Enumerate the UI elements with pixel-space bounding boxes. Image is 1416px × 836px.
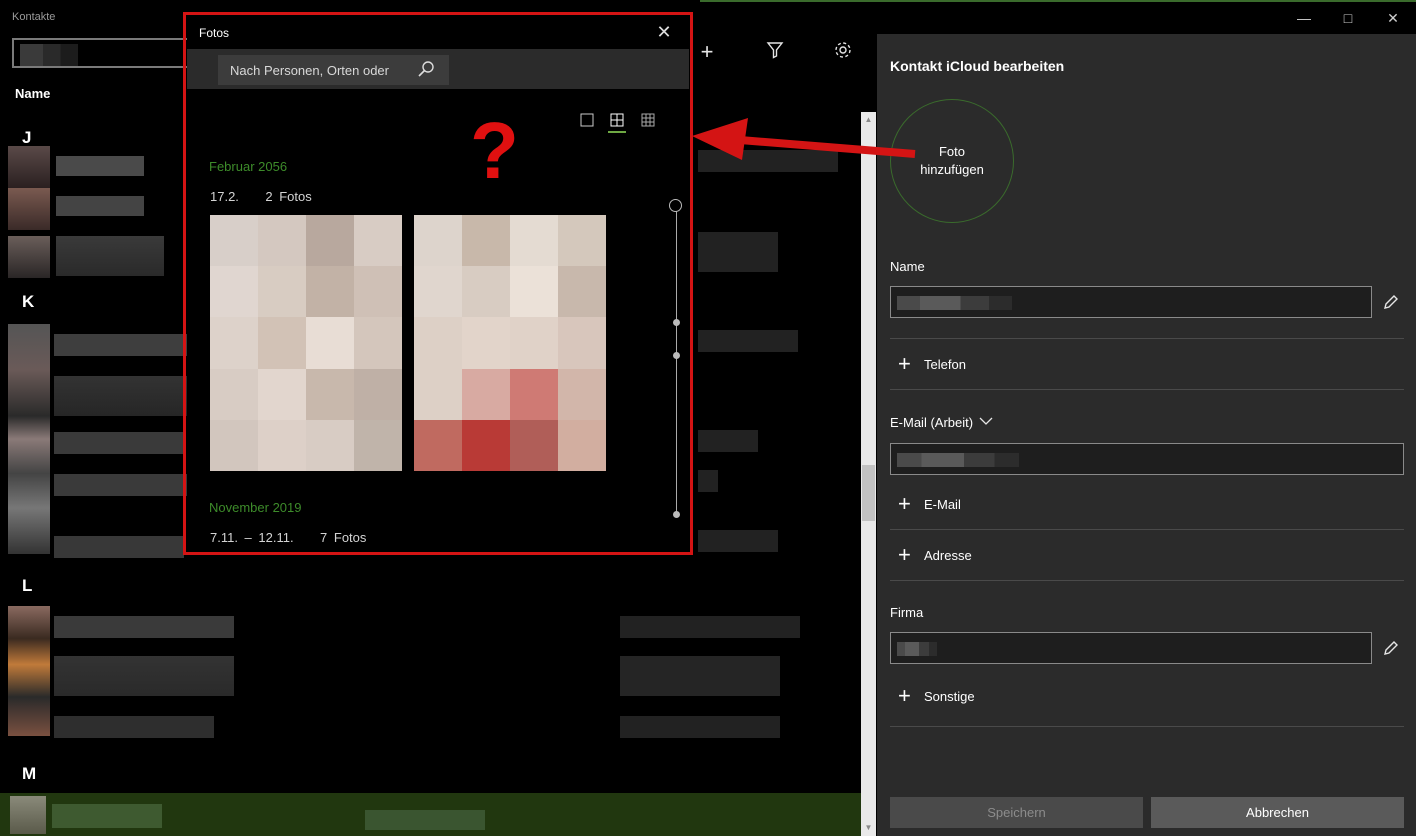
contact-name-blurred[interactable] — [54, 432, 184, 454]
search-text-blurred — [20, 44, 78, 66]
contact-avatars[interactable] — [8, 324, 50, 554]
contact-avatars[interactable] — [8, 606, 50, 736]
email-type-label: E-Mail (Arbeit) — [890, 415, 974, 430]
contact-avatar[interactable] — [8, 146, 50, 188]
email-value-blurred — [897, 453, 1019, 467]
add-address-label: Adresse — [924, 547, 972, 563]
group-letter-l: L — [22, 576, 33, 595]
settings-icon[interactable] — [830, 40, 856, 64]
contact-avatar — [10, 796, 46, 834]
annotation-arrow-icon — [692, 118, 916, 160]
email-type-dropdown[interactable]: E-Mail (Arbeit) — [890, 415, 993, 430]
filter-icon[interactable] — [762, 40, 788, 64]
contact-name-blurred[interactable] — [54, 656, 234, 696]
group-letter-m: M — [22, 764, 37, 783]
contact-name-blurred[interactable] — [56, 156, 144, 176]
maximize-icon[interactable]: □ — [1334, 8, 1362, 28]
scroll-down-icon[interactable]: ▼ — [861, 822, 876, 834]
plus-icon: + — [898, 491, 911, 516]
contact-detail-blurred — [698, 430, 758, 452]
contact-detail-blurred — [698, 530, 778, 552]
company-label: Firma — [890, 605, 924, 620]
app-title: Kontakte — [12, 11, 56, 23]
contact-detail-blurred — [698, 470, 718, 492]
add-phone-label: Telefon — [924, 356, 966, 372]
highlight-frame — [183, 12, 693, 555]
email-field[interactable] — [890, 443, 1404, 475]
add-email-button[interactable]: + E-Mail — [898, 493, 961, 515]
contact-name-blurred[interactable] — [56, 236, 164, 276]
column-header-name: Name — [15, 86, 51, 101]
contact-name-blurred[interactable] — [54, 716, 214, 738]
chevron-down-icon — [979, 416, 993, 429]
contact-name-blurred[interactable] — [54, 474, 204, 496]
contact-avatar[interactable] — [8, 236, 50, 278]
pencil-icon[interactable] — [1381, 292, 1401, 312]
contact-name-blurred — [52, 804, 162, 828]
plus-icon: + — [898, 351, 911, 376]
add-other-button[interactable]: + Sonstige — [898, 685, 975, 707]
divider — [890, 389, 1404, 390]
contact-detail-blurred — [620, 716, 780, 738]
add-photo-label: Foto hinzufügen — [920, 144, 984, 177]
add-other-label: Sonstige — [924, 688, 975, 704]
name-field[interactable] — [890, 286, 1372, 318]
contact-name-blurred[interactable] — [56, 196, 144, 216]
group-letter-k: K — [22, 292, 35, 311]
cancel-button[interactable]: Abbrechen — [1151, 797, 1404, 828]
add-phone-button[interactable]: + Telefon — [898, 353, 966, 375]
minimize-icon[interactable]: — — [1290, 8, 1318, 28]
plus-icon: + — [898, 542, 911, 567]
group-letter-j: J — [22, 128, 32, 147]
add-email-label: E-Mail — [924, 496, 961, 512]
save-button[interactable]: Speichern — [890, 797, 1143, 828]
contact-detail-blurred — [620, 616, 800, 638]
company-value-blurred — [897, 642, 937, 656]
contact-detail-blurred — [620, 656, 780, 696]
divider — [890, 338, 1404, 339]
add-address-button[interactable]: + Adresse — [898, 544, 972, 566]
contact-detail-blurred — [698, 330, 798, 352]
contact-detail-blurred — [698, 232, 778, 272]
title-bar-accent — [700, 0, 1416, 2]
contact-name-blurred[interactable] — [54, 334, 204, 356]
plus-icon: + — [898, 683, 911, 708]
divider — [890, 580, 1404, 581]
pencil-icon[interactable] — [1381, 638, 1401, 658]
name-value-blurred — [897, 296, 1012, 310]
panel-title: Kontakt iCloud bearbeiten — [890, 58, 1065, 74]
contact-detail-blurred — [365, 810, 485, 830]
add-icon[interactable]: + — [694, 40, 720, 64]
contact-avatar[interactable] — [8, 188, 50, 230]
divider — [890, 529, 1404, 530]
name-label: Name — [890, 259, 925, 274]
contact-name-blurred[interactable] — [54, 376, 204, 416]
contact-name-blurred[interactable] — [54, 616, 234, 638]
contact-name-blurred[interactable] — [54, 536, 184, 558]
scrollbar-thumb[interactable] — [862, 465, 875, 521]
divider — [890, 726, 1404, 727]
close-icon[interactable]: ✕ — [1379, 8, 1407, 28]
company-field[interactable] — [890, 632, 1372, 664]
